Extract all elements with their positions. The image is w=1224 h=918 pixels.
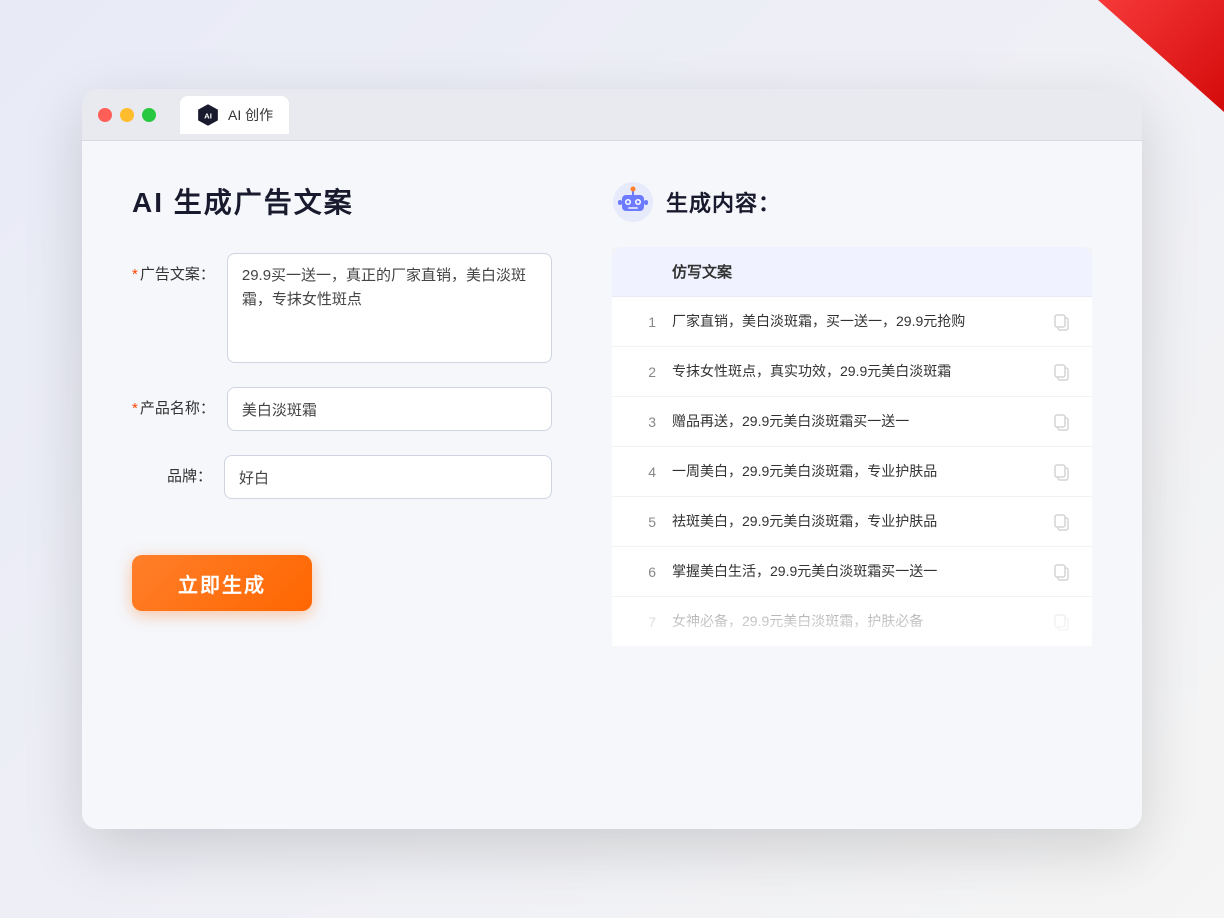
page-title: AI 生成广告文案 xyxy=(132,181,552,221)
row-text: 赠品再送，29.9元美白淡斑霜买一送一 xyxy=(672,411,1036,432)
ad-copy-input[interactable]: 29.9买一送一，真正的厂家直销，美白淡斑霜，专抹女性斑点 xyxy=(227,253,552,363)
row-number: 3 xyxy=(632,414,656,430)
row-number: 2 xyxy=(632,364,656,380)
active-tab[interactable]: AI AI 创作 xyxy=(180,96,289,134)
product-name-group: *产品名称： 美白淡斑霜 xyxy=(132,387,552,431)
table-row[interactable]: 1 厂家直销，美白淡斑霜，买一送一，29.9元抢购 xyxy=(612,297,1092,347)
table-header: 仿写文案 xyxy=(612,247,1092,297)
minimize-button[interactable] xyxy=(120,108,134,122)
table-row[interactable]: 4 一周美白，29.9元美白淡斑霜，专业护肤品 xyxy=(612,447,1092,497)
row-text: 一周美白，29.9元美白淡斑霜，专业护肤品 xyxy=(672,461,1036,482)
right-panel: 生成内容： 仿写文案 1 厂家直销，美白淡斑霜，买一送一，29.9元抢购 2 专… xyxy=(612,181,1092,789)
main-content: AI 生成广告文案 *广告文案： 29.9买一送一，真正的厂家直销，美白淡斑霜，… xyxy=(82,141,1142,829)
result-title: 生成内容： xyxy=(666,186,781,218)
row-number: 1 xyxy=(632,314,656,330)
close-button[interactable] xyxy=(98,108,112,122)
product-name-input[interactable]: 美白淡斑霜 xyxy=(227,387,552,431)
row-number: 5 xyxy=(632,514,656,530)
table-row[interactable]: 7 女神必备，29.9元美白淡斑霜，护肤必备 xyxy=(612,597,1092,646)
product-name-label: *产品名称： xyxy=(132,387,215,418)
row-text: 专抹女性斑点，真实功效，29.9元美白淡斑霜 xyxy=(672,361,1036,382)
left-panel: AI 生成广告文案 *广告文案： 29.9买一送一，真正的厂家直销，美白淡斑霜，… xyxy=(132,181,552,789)
svg-text:AI: AI xyxy=(204,111,212,120)
maximize-button[interactable] xyxy=(142,108,156,122)
row-text: 厂家直销，美白淡斑霜，买一送一，29.9元抢购 xyxy=(672,311,1036,332)
row-text: 掌握美白生活，29.9元美白淡斑霜买一送一 xyxy=(672,561,1036,582)
robot-icon xyxy=(612,181,654,223)
browser-window: AI AI 创作 AI 生成广告文案 *广告文案： 29.9买一送一，真正的厂家… xyxy=(82,89,1142,829)
copy-icon[interactable] xyxy=(1052,512,1072,532)
copy-icon[interactable] xyxy=(1052,612,1072,632)
table-row[interactable]: 5 祛斑美白，29.9元美白淡斑霜，专业护肤品 xyxy=(612,497,1092,547)
copy-icon[interactable] xyxy=(1052,362,1072,382)
row-number: 6 xyxy=(632,564,656,580)
row-text: 女神必备，29.9元美白淡斑霜，护肤必备 xyxy=(672,611,1036,632)
brand-label: 品牌： xyxy=(132,455,212,486)
tab-label: AI 创作 xyxy=(228,105,273,125)
product-name-required: * xyxy=(132,400,138,417)
brand-input[interactable]: 好白 xyxy=(224,455,552,499)
copy-icon[interactable] xyxy=(1052,562,1072,582)
copy-icon[interactable] xyxy=(1052,412,1072,432)
result-rows-container: 1 厂家直销，美白淡斑霜，买一送一，29.9元抢购 2 专抹女性斑点，真实功效，… xyxy=(612,297,1092,646)
row-text: 祛斑美白，29.9元美白淡斑霜，专业护肤品 xyxy=(672,511,1036,532)
copy-icon[interactable] xyxy=(1052,462,1072,482)
row-number: 4 xyxy=(632,464,656,480)
generate-button[interactable]: 立即生成 xyxy=(132,555,312,611)
ai-tab-icon: AI xyxy=(196,103,220,127)
table-row[interactable]: 6 掌握美白生活，29.9元美白淡斑霜买一送一 xyxy=(612,547,1092,597)
copy-icon[interactable] xyxy=(1052,312,1072,332)
traffic-lights xyxy=(98,108,156,122)
ad-copy-required: * xyxy=(132,266,138,283)
title-bar: AI AI 创作 xyxy=(82,89,1142,141)
brand-group: 品牌： 好白 xyxy=(132,455,552,499)
table-row[interactable]: 3 赠品再送，29.9元美白淡斑霜买一送一 xyxy=(612,397,1092,447)
row-number: 7 xyxy=(632,614,656,630)
table-row[interactable]: 2 专抹女性斑点，真实功效，29.9元美白淡斑霜 xyxy=(612,347,1092,397)
result-table: 仿写文案 1 厂家直销，美白淡斑霜，买一送一，29.9元抢购 2 专抹女性斑点，… xyxy=(612,247,1092,646)
result-header: 生成内容： xyxy=(612,181,1092,223)
result-table-wrapper: 仿写文案 1 厂家直销，美白淡斑霜，买一送一，29.9元抢购 2 专抹女性斑点，… xyxy=(612,247,1092,646)
ad-copy-label: *广告文案： xyxy=(132,253,215,284)
ad-copy-group: *广告文案： 29.9买一送一，真正的厂家直销，美白淡斑霜，专抹女性斑点 xyxy=(132,253,552,363)
